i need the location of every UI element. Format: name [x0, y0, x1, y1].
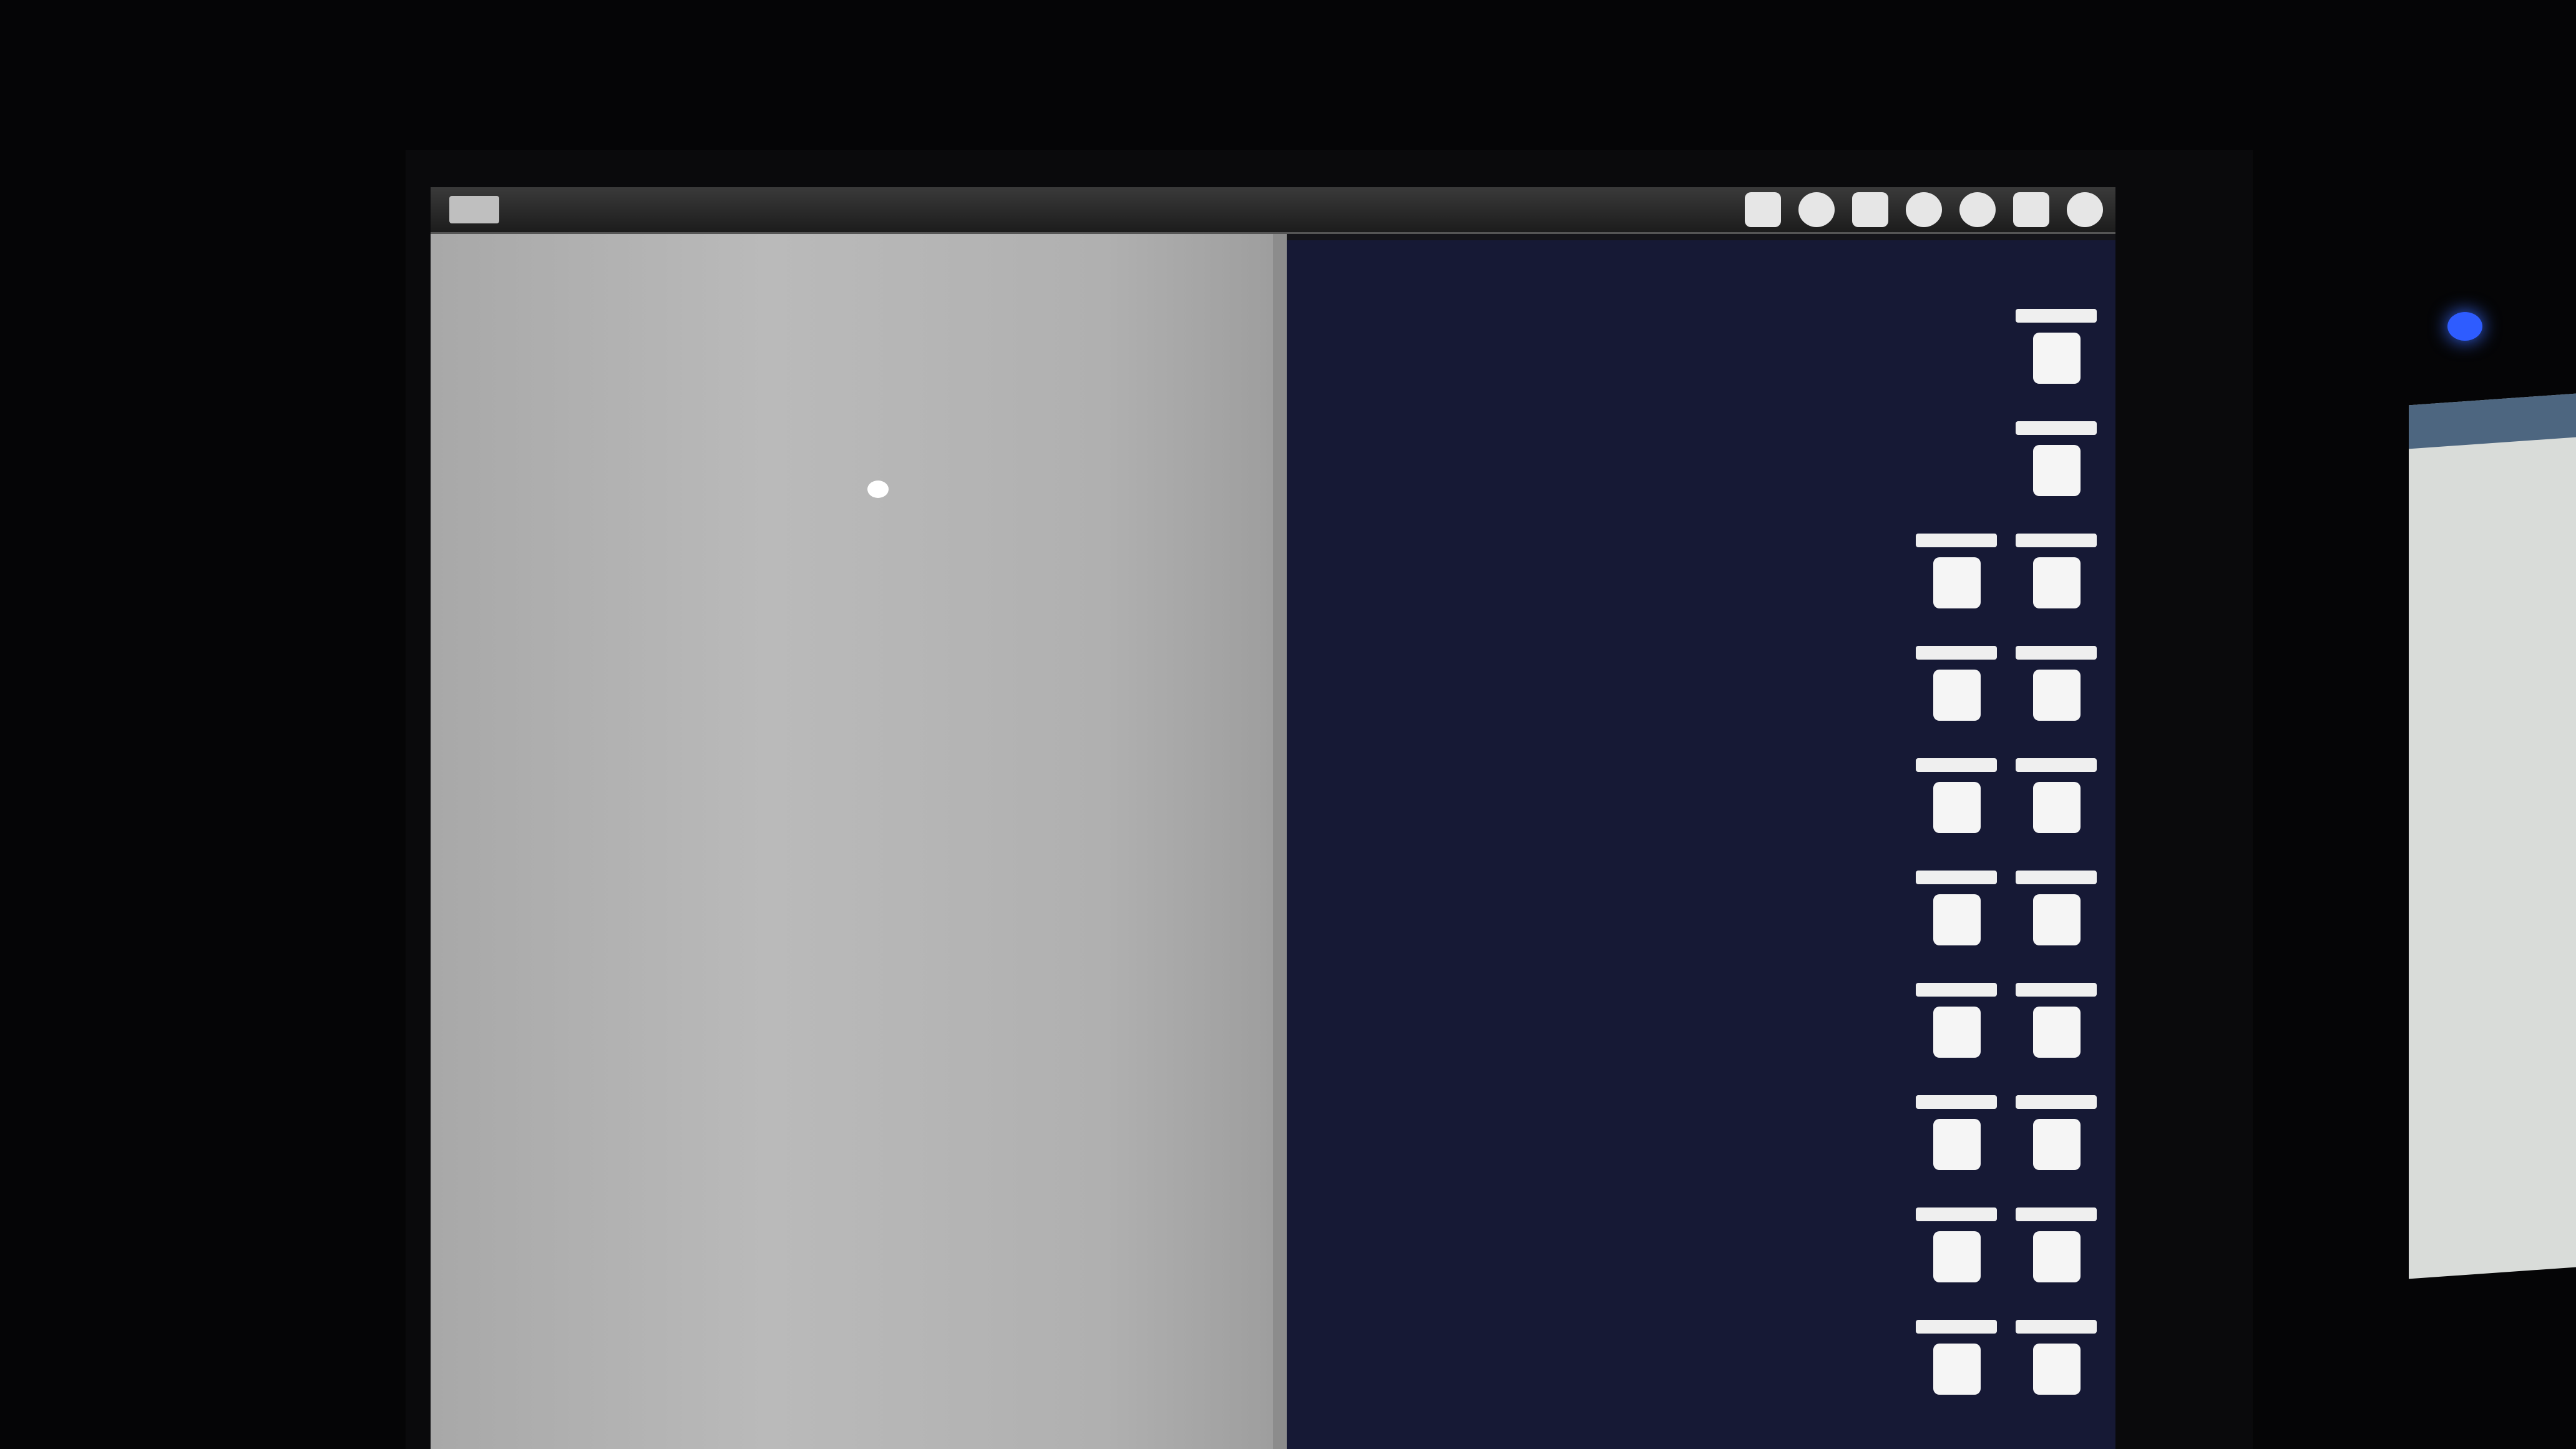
desktop-icon[interactable]: [2016, 983, 2097, 1076]
desktop-icon[interactable]: [2016, 1095, 2097, 1189]
desktop-icon[interactable]: [1916, 1320, 1997, 1413]
status-icons: [1745, 192, 2103, 227]
desktop[interactable]: [1287, 240, 2115, 1449]
desktop-icon[interactable]: [2016, 871, 2097, 964]
file-icon: [1933, 670, 1981, 721]
file-icon: [2033, 782, 2081, 833]
notification-icon[interactable]: [2067, 192, 2103, 227]
file-icon: [2033, 1344, 2081, 1395]
file-icon: [2033, 670, 2081, 721]
mouse-pointer: [867, 481, 889, 498]
file-icon: [1933, 1119, 1981, 1170]
desktop-icon[interactable]: [1916, 871, 1997, 964]
file-icon: [2033, 333, 2081, 384]
menu-bar: [431, 187, 2115, 234]
file-icon: [2033, 894, 2081, 945]
desktop-icon[interactable]: [1916, 1095, 1997, 1189]
window-icon[interactable]: [1745, 192, 1781, 227]
file-icon: [1933, 1344, 1981, 1395]
desktop-icon-label: [2016, 1095, 2097, 1109]
desktop-icon[interactable]: [1916, 1208, 1997, 1301]
file-icon: [1933, 782, 1981, 833]
file-icon: [1933, 1007, 1981, 1058]
desktop-icon[interactable]: [1916, 758, 1997, 852]
pane-divider[interactable]: [1273, 234, 1287, 1449]
file-icon: [1933, 1231, 1981, 1282]
desktop-icon-label: [1916, 871, 1997, 884]
desktop-icon-label: [2016, 646, 2097, 660]
desktop-icon[interactable]: [1916, 646, 1997, 739]
file-icon: [2033, 1231, 2081, 1282]
battery-icon[interactable]: [2013, 192, 2049, 227]
desktop-icon[interactable]: [2016, 309, 2097, 402]
desktop-icon[interactable]: [2016, 1320, 2097, 1413]
file-icon: [1933, 894, 1981, 945]
file-icon: [2033, 445, 2081, 496]
desktop-icon[interactable]: [2016, 758, 2097, 852]
desktop-icon[interactable]: [2016, 646, 2097, 739]
desktop-icon[interactable]: [2016, 421, 2097, 515]
screen: [431, 187, 2115, 1449]
file-icon: [2033, 557, 2081, 608]
second-monitor-titlebar: [2409, 393, 2576, 449]
search-icon[interactable]: [1798, 192, 1835, 227]
app-menu-icon[interactable]: [449, 196, 499, 223]
desktop-icon-label: [2016, 1320, 2097, 1334]
desktop-icon-label: [1916, 1208, 1997, 1221]
second-monitor: [2409, 393, 2576, 1279]
wifi-icon[interactable]: [1906, 192, 1942, 227]
desktop-icon-label: [1916, 646, 1997, 660]
desktop-icon-label: [1916, 534, 1997, 547]
desktop-icon[interactable]: [1916, 983, 1997, 1076]
desktop-icon-label: [1916, 983, 1997, 997]
display-icon[interactable]: [1852, 192, 1888, 227]
file-icon: [2033, 1007, 2081, 1058]
desktop-icon-label: [1916, 1320, 1997, 1334]
power-led: [2447, 312, 2482, 341]
file-icon: [2033, 1119, 2081, 1170]
desktop-icon-label: [1916, 1095, 1997, 1109]
desktop-icon[interactable]: [2016, 1208, 2097, 1301]
desktop-icon-label: [2016, 421, 2097, 435]
desktop-icon-label: [1916, 758, 1997, 772]
desktop-icon-label: [2016, 758, 2097, 772]
desktop-icon-label: [2016, 309, 2097, 323]
desktop-icon-label: [2016, 534, 2097, 547]
clock-icon[interactable]: [1959, 192, 1996, 227]
desktop-icon-label: [2016, 1208, 2097, 1221]
file-icon: [1933, 557, 1981, 608]
desktop-icon-label: [2016, 871, 2097, 884]
desktop-icon[interactable]: [2016, 534, 2097, 627]
desktop-icon-label: [2016, 983, 2097, 997]
desktop-icon[interactable]: [1916, 534, 1997, 627]
blank-window-pane[interactable]: [431, 234, 1273, 1449]
